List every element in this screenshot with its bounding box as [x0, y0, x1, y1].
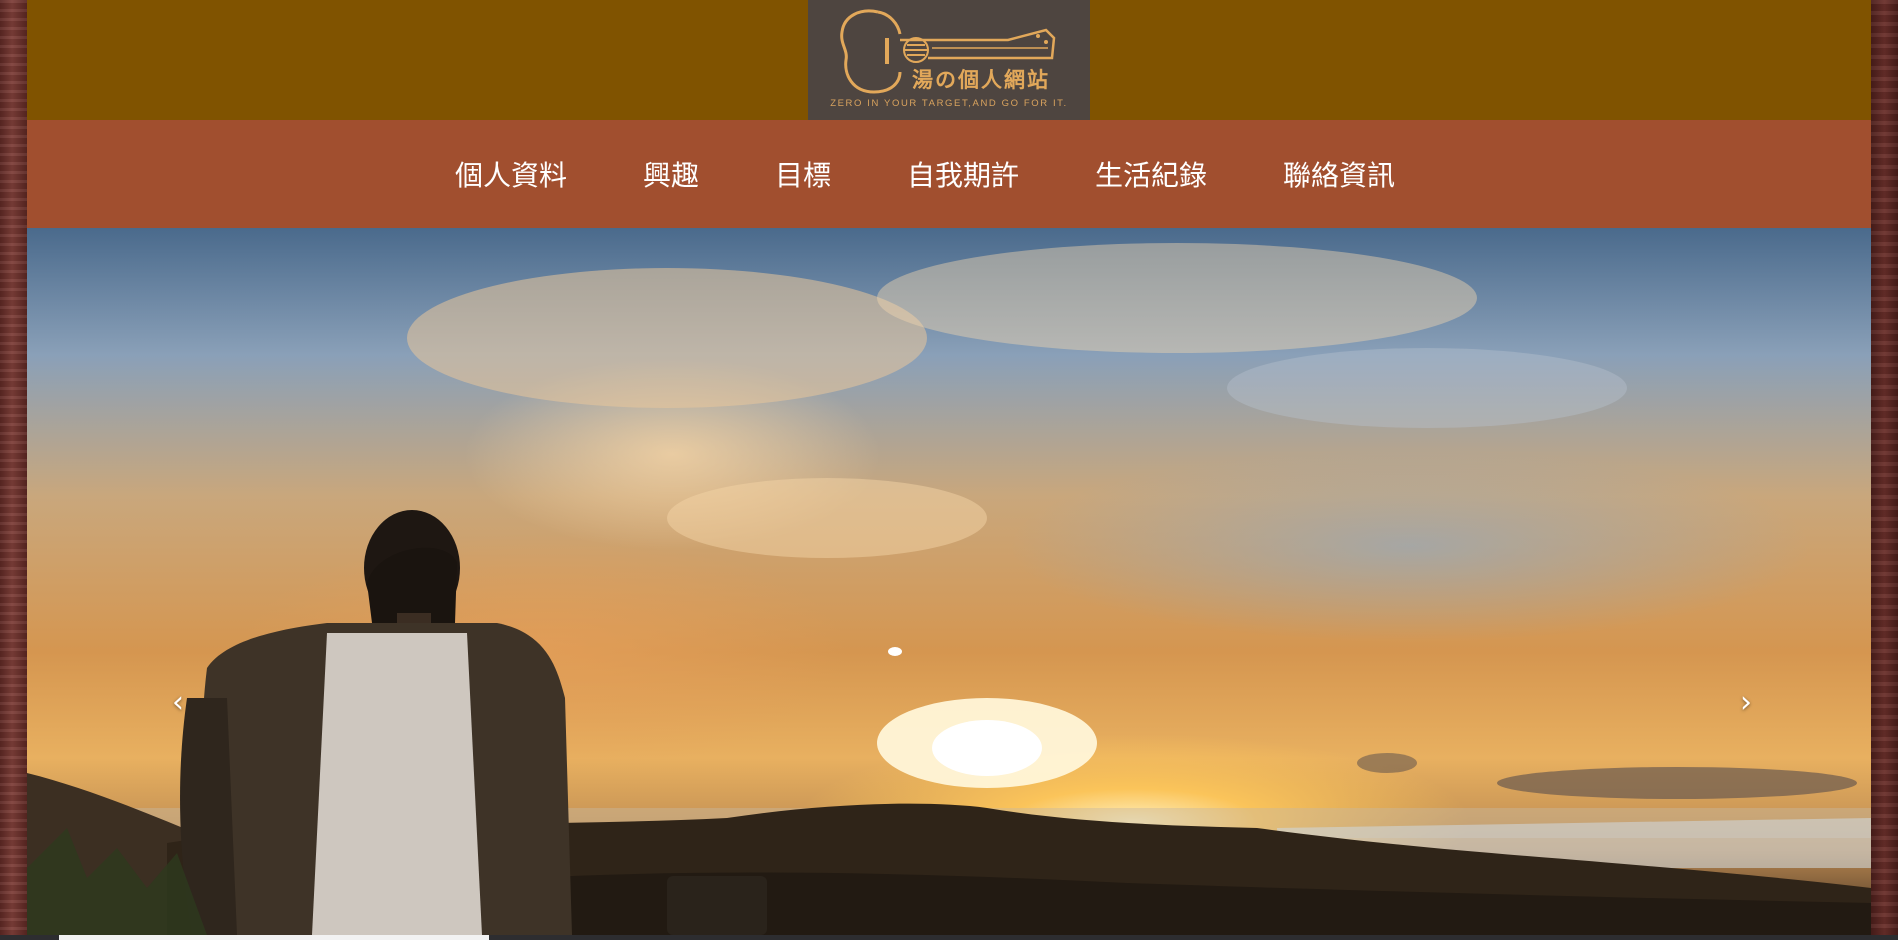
nav-item-interests[interactable]: 興趣: [643, 154, 699, 194]
top-header: 湯の個人網站 ZERO IN YOUR TARGET,AND GO FOR IT…: [27, 0, 1871, 120]
page-container: 湯の個人網站 ZERO IN YOUR TARGET,AND GO FOR IT…: [27, 0, 1871, 940]
left-wood-frame: [0, 0, 27, 940]
nav-item-profile[interactable]: 個人資料: [455, 154, 567, 194]
nav-item-goals[interactable]: 目標: [775, 154, 831, 194]
hero-carousel: ‹ ›: [27, 228, 1871, 935]
main-navigation: 個人資料 興趣 目標 自我期許 生活紀錄 聯絡資訊: [27, 120, 1871, 228]
right-wood-frame: [1871, 0, 1898, 940]
carousel-prev-button[interactable]: ‹: [163, 683, 193, 723]
logo-title: 湯の個人網站: [912, 67, 1050, 92]
carousel-next-button[interactable]: ›: [1731, 683, 1761, 723]
horizontal-scrollbar-thumb[interactable]: [59, 935, 489, 940]
nav-item-life-records[interactable]: 生活紀錄: [1095, 154, 1207, 194]
nav-item-self-expectations[interactable]: 自我期許: [907, 154, 1019, 194]
chevron-left-icon: ‹: [172, 685, 184, 720]
carousel-indicator-active[interactable]: [888, 647, 902, 656]
site-logo[interactable]: 湯の個人網站 ZERO IN YOUR TARGET,AND GO FOR IT…: [808, 0, 1090, 120]
chevron-right-icon: ›: [1740, 685, 1752, 720]
sunrise-photo: [27, 243, 1871, 935]
logo-tagline: ZERO IN YOUR TARGET,AND GO FOR IT.: [830, 98, 1068, 109]
nav-item-contact[interactable]: 聯絡資訊: [1283, 154, 1395, 194]
